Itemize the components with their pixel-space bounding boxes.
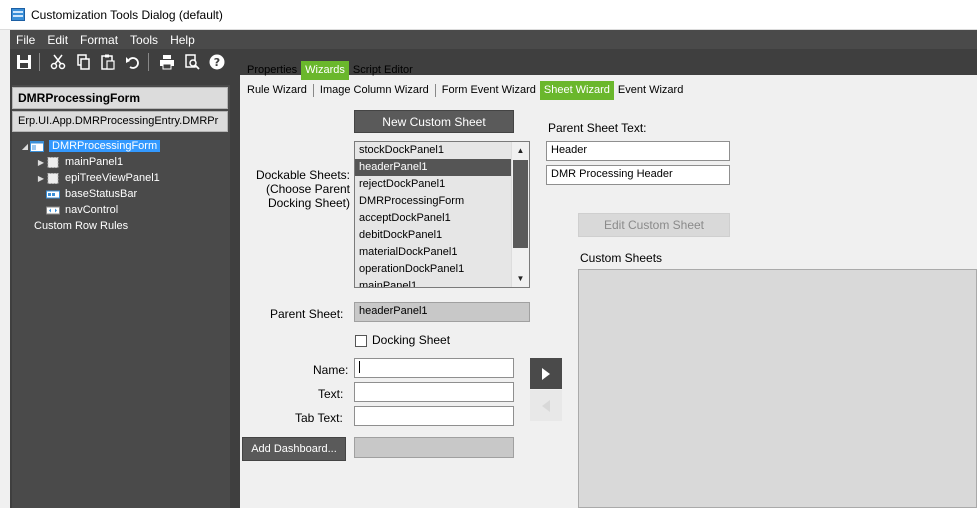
tree-node-epitreeviewpanel[interactable]: ▶ epiTreeViewPanel1 [12,170,228,186]
edit-custom-sheet-button[interactable]: Edit Custom Sheet [578,213,730,237]
scroll-down-icon[interactable]: ▼ [512,270,529,287]
text-field[interactable] [354,382,514,402]
list-item[interactable]: acceptDockPanel1 [355,210,511,227]
list-item[interactable]: operationDockPanel1 [355,261,511,278]
tree-node-form[interactable]: ◢ DMRProcessingForm [12,138,228,154]
tab-form-event-wizard[interactable]: Form Event Wizard [438,81,540,100]
docking-sheet-checkbox[interactable] [355,335,367,347]
list-item[interactable]: stockDockPanel1 [355,142,511,159]
app-icon [11,8,25,21]
list-item[interactable]: materialDockPanel1 [355,244,511,261]
print-icon[interactable] [156,51,178,73]
svg-text:?: ? [214,56,220,69]
new-custom-sheet-button[interactable]: New Custom Sheet [354,110,514,133]
tab-sheet-wizard[interactable]: Sheet Wizard [539,81,614,100]
list-item[interactable]: rejectDockPanel1 [355,176,511,193]
tab-separator [312,84,314,97]
tree-node-label: baseStatusBar [65,188,138,200]
tree-node-custom-row-rules[interactable]: Custom Row Rules [12,218,228,234]
tree-node-label: navControl [65,204,119,216]
expand-icon[interactable]: ▶ [36,158,46,167]
name-field[interactable] [354,358,514,378]
parent-sheet-text-field-2[interactable]: DMR Processing Header [546,165,730,185]
undo-icon[interactable] [122,51,144,73]
arrow-right-icon [542,367,550,380]
tab-wizards[interactable]: Wizards [301,61,349,80]
navcontrol-icon [46,205,60,216]
panel-icon [46,172,60,184]
menu-help[interactable]: Help [164,33,201,47]
tab-text-label: Tab Text: [295,411,343,425]
scroll-up-icon[interactable]: ▲ [512,142,529,159]
tree-node-label: Custom Row Rules [34,220,129,232]
name-label: Name: [313,363,349,377]
tab-properties[interactable]: Properties [243,61,301,80]
tree-node-mainpanel[interactable]: ▶ mainPanel1 [12,154,228,170]
parent-sheet-field: headerPanel1 [354,302,530,322]
toolbar-separator [39,53,40,71]
paste-icon[interactable] [97,51,119,73]
toolbar-separator [148,53,149,71]
menu-format[interactable]: Format [74,33,124,47]
parent-sheet-text-field-1[interactable]: Header [546,141,730,161]
tree-node-label: epiTreeViewPanel1 [65,172,160,184]
window-title: Customization Tools Dialog (default) [31,7,223,22]
list-item[interactable]: mainPanel1 [355,278,511,287]
menu-tools[interactable]: Tools [124,33,164,47]
text-caret [359,361,360,374]
tab-text-field[interactable] [354,406,514,426]
tab-event-wizard[interactable]: Event Wizard [614,81,687,100]
form-icon [30,140,44,152]
list-item[interactable]: debitDockPanel1 [355,227,511,244]
list-item[interactable]: DMRProcessingForm [355,193,511,210]
parent-sheet-text-label: Parent Sheet Text: [548,121,647,135]
collapse-icon[interactable]: ◢ [20,142,30,151]
tab-separator [434,84,436,97]
dockable-sheets-list[interactable]: stockDockPanel1 headerPanel1 rejectDockP… [354,141,530,288]
copy-icon[interactable] [72,51,94,73]
statusbar-icon [46,189,60,200]
title-bar: Customization Tools Dialog (default) [0,0,977,30]
menu-file[interactable]: File [10,33,41,47]
add-dashboard-button[interactable]: Add Dashboard... [242,437,346,461]
list-item-selected[interactable]: headerPanel1 [355,159,511,176]
remove-sheet-arrow-button[interactable] [530,390,562,421]
arrow-left-icon [542,399,550,412]
custom-sheets-grid[interactable] [578,269,977,508]
add-sheet-arrow-button[interactable] [530,358,562,389]
wizard-tabs: Rule Wizard Image Column Wizard Form Eve… [243,81,687,100]
main-tabs: Properties Wizards Script Editor [243,61,417,80]
tree-node-basestatusbar[interactable]: baseStatusBar [12,186,228,202]
dashboard-field [354,437,514,458]
help-icon[interactable]: ? [206,51,228,73]
text-label: Text: [318,387,344,401]
scroll-thumb[interactable] [513,160,528,248]
tree-node-label: mainPanel1 [65,156,124,168]
list-scrollbar[interactable]: ▲ ▼ [511,142,529,287]
cut-icon[interactable] [47,51,69,73]
parent-sheet-label: Parent Sheet: [270,307,344,321]
expand-icon[interactable]: ▶ [36,174,46,183]
custom-sheets-label: Custom Sheets [580,251,663,265]
menu-edit[interactable]: Edit [41,33,74,47]
toolbar: ? [10,49,977,75]
docking-sheet-label: Docking Sheet [372,333,451,347]
tab-script-editor[interactable]: Script Editor [349,61,417,80]
print-preview-icon[interactable] [181,51,203,73]
dockable-sheets-label: Dockable Sheets: (Choose Parent Docking … [255,168,350,210]
panel-icon [46,156,60,168]
save-icon[interactable] [13,51,35,73]
form-name-field: DMRProcessingForm [12,87,228,109]
control-tree: ◢ DMRProcessingForm ▶ mainPanel1 ▶ epiTr… [12,138,228,234]
menu-bar: File Edit Format Tools Help [10,30,977,49]
tab-image-column-wizard[interactable]: Image Column Wizard [316,81,433,100]
tab-rule-wizard[interactable]: Rule Wizard [243,81,311,100]
tree-node-navcontrol[interactable]: navControl [12,202,228,218]
tree-node-label: DMRProcessingForm [49,140,161,152]
form-path-field: Erp.UI.App.DMRProcessingEntry.DMRPr [12,111,228,132]
